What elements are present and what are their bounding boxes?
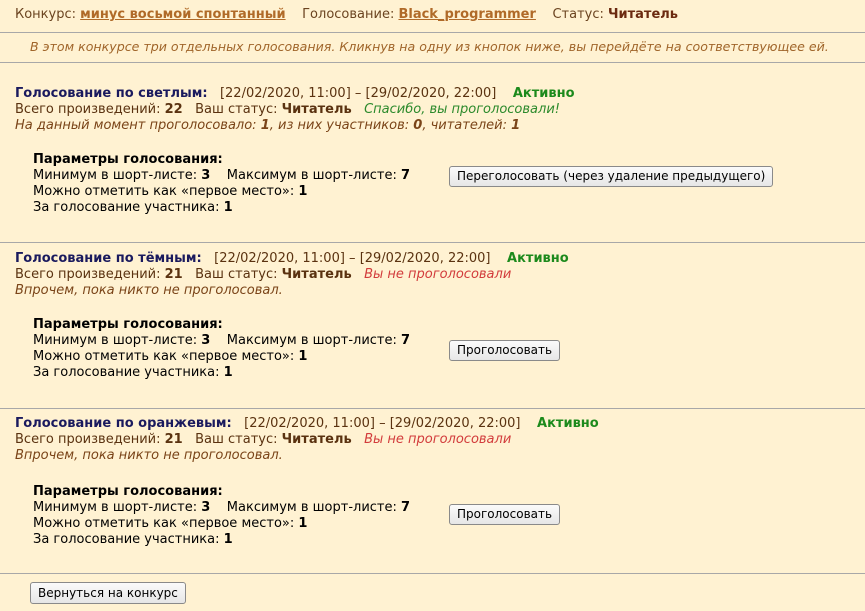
divider: [0, 573, 865, 574]
progress-readers: 1: [511, 118, 521, 133]
first-place-value: 1: [298, 184, 308, 199]
your-status-value: Читатель: [281, 432, 352, 447]
vote-note: Вы не проголосовали: [364, 432, 512, 447]
contest-header: Конкурс: минус восьмой спонтанный Голосо…: [15, 7, 678, 22]
vote-note: Вы не проголосовали: [364, 267, 512, 282]
participant-vote-value: 1: [223, 200, 233, 215]
works-count: 22: [164, 102, 183, 117]
first-place-label: Можно отметить как «первое место»:: [33, 184, 295, 199]
works-label: Всего произведений:: [15, 432, 161, 447]
max-value: 7: [401, 168, 411, 183]
divider: [0, 32, 865, 33]
your-status-value: Читатель: [281, 102, 352, 117]
vote-button[interactable]: Проголосовать: [449, 340, 561, 361]
min-value: 3: [201, 333, 211, 348]
works-label: Всего произведений:: [15, 267, 161, 282]
works-label: Всего произведений:: [15, 102, 161, 117]
voting-dates: [22/02/2020, 11:00] – [29/02/2020, 22:00…: [244, 416, 521, 431]
participant-vote-label: За голосование участника:: [33, 200, 220, 215]
back-to-contest-button[interactable]: Вернуться на конкурс: [30, 582, 186, 604]
params-title: Параметры голосования:: [33, 484, 223, 499]
divider: [0, 62, 865, 63]
max-label: Максимум в шорт-листе:: [226, 500, 397, 515]
vote-progress: Впрочем, пока никто не проголосовал.: [15, 448, 283, 463]
min-label: Минимум в шорт-листе:: [33, 333, 198, 348]
progress-participants: 0: [413, 118, 423, 133]
progress-total: 1: [260, 118, 270, 133]
your-status-label: Ваш статус:: [195, 102, 278, 117]
first-place-value: 1: [298, 349, 308, 364]
voting-dates: [22/02/2020, 11:00] – [29/02/2020, 22:00…: [214, 251, 491, 266]
min-value: 3: [201, 168, 211, 183]
contest-link[interactable]: минус восьмой спонтанный: [80, 7, 285, 22]
your-status-value: Читатель: [281, 267, 352, 282]
min-label: Минимум в шорт-листе:: [33, 500, 198, 515]
participant-vote-label: За голосование участника:: [33, 365, 220, 380]
your-status-label: Ваш статус:: [195, 432, 278, 447]
vote-progress: Впрочем, пока никто не проголосовал.: [15, 283, 283, 298]
revote-button[interactable]: Переголосовать (через удаление предыдуще…: [449, 166, 774, 187]
params-title: Параметры голосования:: [33, 317, 223, 332]
status-label: Статус:: [552, 7, 604, 22]
divider: [0, 242, 865, 243]
contest-label: Конкурс:: [15, 7, 77, 22]
voting-title: Голосование по тёмным:: [15, 251, 202, 266]
participant-vote-label: За голосование участника:: [33, 532, 220, 547]
max-label: Максимум в шорт-листе:: [226, 168, 397, 183]
participant-vote-value: 1: [223, 532, 233, 547]
voting-state: Активно: [537, 416, 599, 431]
divider: [0, 408, 865, 409]
first-place-value: 1: [298, 516, 308, 531]
participant-vote-value: 1: [223, 365, 233, 380]
your-status-label: Ваш статус:: [195, 267, 278, 282]
vote-button[interactable]: Проголосовать: [449, 504, 561, 525]
voting-title: Голосование по оранжевым:: [15, 416, 232, 431]
works-count: 21: [164, 432, 183, 447]
voting-state: Активно: [507, 251, 569, 266]
voting-label: Голосование:: [302, 7, 395, 22]
max-value: 7: [401, 333, 411, 348]
params-title: Параметры голосования:: [33, 152, 223, 167]
intro-text: В этом конкурсе три отдельных голосовани…: [30, 39, 829, 54]
status-value: Читатель: [608, 7, 679, 22]
progress-label: На данный момент проголосовало:: [15, 118, 257, 133]
voting-user-link[interactable]: Black_programmer: [398, 7, 535, 22]
max-value: 7: [401, 500, 411, 515]
voting-title: Голосование по светлым:: [15, 86, 208, 101]
min-value: 3: [201, 500, 211, 515]
works-count: 21: [164, 267, 183, 282]
vote-progress: На данный момент проголосовало: 1, из ни…: [15, 118, 520, 134]
progress-participants-label: , из них участников:: [269, 118, 410, 133]
first-place-label: Можно отметить как «первое место»:: [33, 349, 295, 364]
voting-state: Активно: [512, 86, 575, 101]
vote-note: Спасибо, вы проголосовали!: [364, 102, 560, 117]
progress-readers-label: , читателей:: [422, 118, 507, 133]
voting-dates: [22/02/2020, 11:00] – [29/02/2020, 22:00…: [219, 86, 497, 101]
min-label: Минимум в шорт-листе:: [33, 168, 198, 183]
max-label: Максимум в шорт-листе:: [226, 333, 397, 348]
first-place-label: Можно отметить как «первое место»:: [33, 516, 295, 531]
